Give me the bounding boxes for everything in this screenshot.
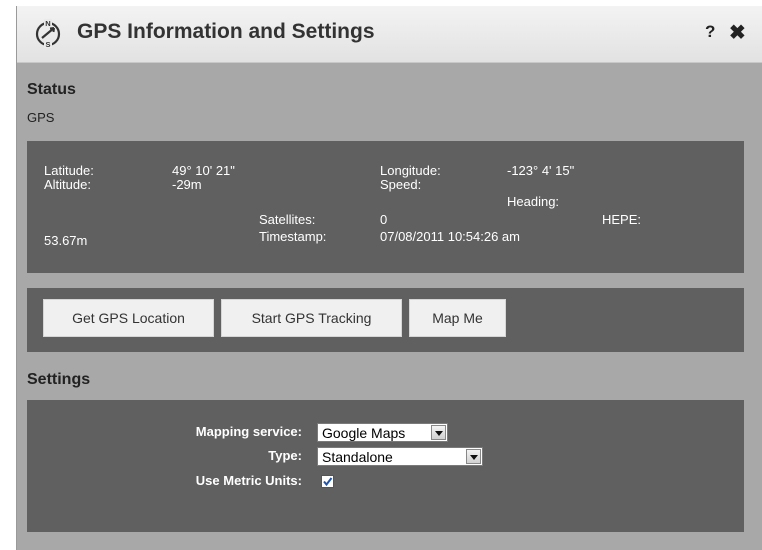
mapping-service-value: Google Maps [322, 425, 406, 441]
latitude-label: Latitude: [44, 163, 94, 178]
metric-units-checkbox[interactable] [321, 475, 334, 488]
type-label: Type: [268, 448, 302, 463]
svg-text:N: N [45, 19, 50, 28]
heading-label: Heading: [507, 194, 560, 209]
get-gps-location-button[interactable]: Get GPS Location [43, 299, 214, 337]
satellites-value: 0 [380, 212, 388, 227]
hepe-label: HEPE: [602, 212, 642, 227]
mapping-service-select[interactable]: Google Maps [317, 423, 448, 442]
altitude-label: Altitude: [44, 177, 91, 192]
timestamp-label: Timestamp: [259, 229, 327, 244]
gps-info-panel: Latitude: 49° 10' 21" Longitude: -123° 4… [27, 141, 744, 273]
actions-panel: Get GPS Location Start GPS Tracking Map … [27, 288, 744, 352]
timestamp-value: 07/08/2011 10:54:26 am [380, 229, 520, 244]
chevron-down-icon[interactable] [466, 449, 481, 464]
dialog-titlebar[interactable]: N S GPS Information and Settings ? ✖ [17, 6, 762, 63]
longitude-value: -123° 4' 15" [507, 163, 575, 178]
satellites-label: Satellites: [259, 212, 316, 227]
help-button[interactable]: ? [705, 22, 715, 42]
gps-dialog: N S GPS Information and Settings ? ✖ Sta… [16, 6, 762, 550]
chevron-down-icon[interactable] [431, 425, 446, 440]
svg-text:S: S [45, 40, 50, 48]
compass-icon: N S [35, 19, 61, 48]
status-heading: Status [27, 81, 76, 98]
type-select[interactable]: Standalone [317, 447, 483, 466]
metric-units-label: Use Metric Units: [195, 473, 302, 488]
settings-heading: Settings [27, 371, 91, 388]
longitude-label: Longitude: [380, 163, 441, 178]
dialog-title: GPS Information and Settings [77, 20, 375, 43]
checkmark-icon [323, 477, 333, 487]
map-me-button[interactable]: Map Me [409, 299, 506, 337]
latitude-value: 49° 10' 21" [172, 163, 235, 178]
close-button[interactable]: ✖ [729, 20, 746, 45]
speed-label: Speed: [380, 177, 422, 192]
mapping-service-label: Mapping service: [195, 424, 302, 439]
hepe-value: 53.67m [44, 233, 88, 248]
status-source-label: GPS [27, 110, 55, 125]
settings-panel: Mapping service: Google Maps Type: Stand… [27, 400, 744, 532]
type-value: Standalone [322, 449, 393, 465]
altitude-value: -29m [172, 177, 202, 192]
start-gps-tracking-button[interactable]: Start GPS Tracking [221, 299, 402, 337]
